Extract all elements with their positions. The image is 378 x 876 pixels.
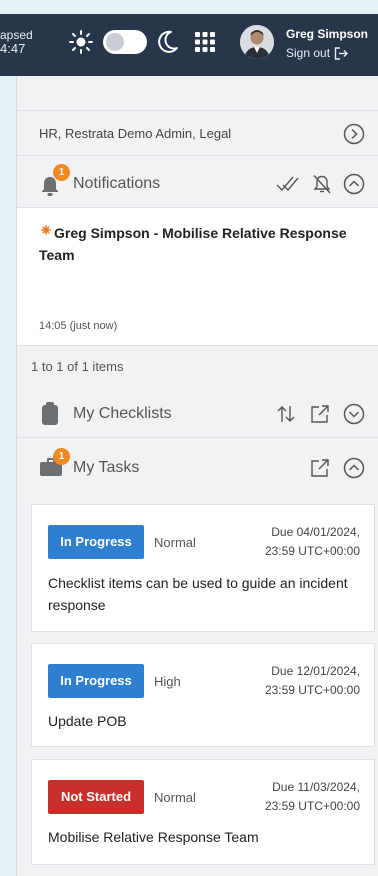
theme-toggle[interactable] [103,30,147,54]
sign-out-link[interactable]: Sign out [286,46,349,60]
mute-bell-icon[interactable] [311,173,333,195]
sun-icon[interactable] [68,29,94,55]
top-bar: apsed 4:47 [0,14,378,76]
due-time-line: 23:59 UTC+00:00 [264,683,360,697]
mark-all-read-icon[interactable] [275,173,299,195]
task-title: Checklist items can be used to guide an … [48,575,348,613]
due-date: Due 12/01/2024, 23:59 UTC+00:00 [265,662,360,700]
notification-time: 14:05 (just now) [39,320,118,332]
tasks-badge: 1 [53,448,70,465]
chevron-up-circle-icon[interactable] [343,457,365,479]
status-badge: In Progress [48,525,144,559]
task-card[interactable]: In Progress High Due 12/01/2024, 23:59 U… [31,643,375,747]
tasks-title: My Tasks [73,459,140,476]
due-date: Due 04/01/2024, 23:59 UTC+00:00 [265,523,360,561]
external-link-icon[interactable] [309,403,331,425]
status-badge: Not Started [48,780,144,814]
notifications-title: Notifications [73,175,161,192]
task-title: Mobilise Relative Response Team [48,829,259,845]
due-date-line: Due 11/03/2024, [272,780,360,794]
task-card[interactable]: Not Started Normal Due 11/03/2024, 23:59… [31,759,375,865]
user-name: Greg Simpson [286,27,369,41]
elapsed-timer: apsed 4:47 [0,28,33,56]
due-time-line: 23:59 UTC+00:00 [264,544,360,558]
notifications-header[interactable]: 1 Notifications [17,160,378,208]
checklists-title: My Checklists [73,405,172,422]
due-date: Due 11/03/2024, 23:59 UTC+00:00 [265,778,360,816]
due-time-line: 23:59 UTC+00:00 [264,799,360,813]
roles-row[interactable]: HR, Restrata Demo Admin, Legal [17,110,378,156]
priority-label: Normal [154,790,196,805]
priority-label: High [154,674,181,689]
checklists-header[interactable]: My Checklists [17,390,378,438]
side-panel: HR, Restrata Demo Admin, Legal 1 Notific… [16,76,378,876]
sign-out-icon [334,46,349,60]
task-card[interactable]: In Progress Normal Due 04/01/2024, 23:59… [31,504,375,632]
avatar[interactable] [240,25,274,59]
moon-icon[interactable] [156,29,180,55]
status-badge: In Progress [48,664,144,698]
elapsed-label: apsed [0,28,33,42]
chevron-up-circle-icon[interactable] [343,173,365,195]
roles-text: HR, Restrata Demo Admin, Legal [39,126,232,141]
toggle-knob [106,33,124,51]
clipboard-icon [41,402,63,425]
chevron-down-circle-icon[interactable] [343,403,365,425]
sign-out-label: Sign out [286,46,331,60]
sort-icon[interactable] [275,403,297,425]
due-date-line: Due 12/01/2024, [271,664,360,678]
pager-count: 1 to 1 of 1 items [31,359,124,374]
due-date-line: Due 04/01/2024, [271,525,360,539]
chevron-right-circle-icon[interactable] [343,123,365,145]
priority-label: Normal [154,535,196,550]
notifications-badge: 1 [53,164,70,181]
tasks-header[interactable]: 1 My Tasks [17,442,378,490]
notification-title: Greg Simpson - Mobilise Relative Respons… [39,225,347,263]
elapsed-time: 4:47 [0,41,26,56]
external-link-icon[interactable] [309,457,331,479]
task-title: Update POB [48,713,127,729]
apps-grid-icon[interactable] [194,31,216,53]
notification-item[interactable]: Greg Simpson - Mobilise Relative Respons… [17,208,378,346]
